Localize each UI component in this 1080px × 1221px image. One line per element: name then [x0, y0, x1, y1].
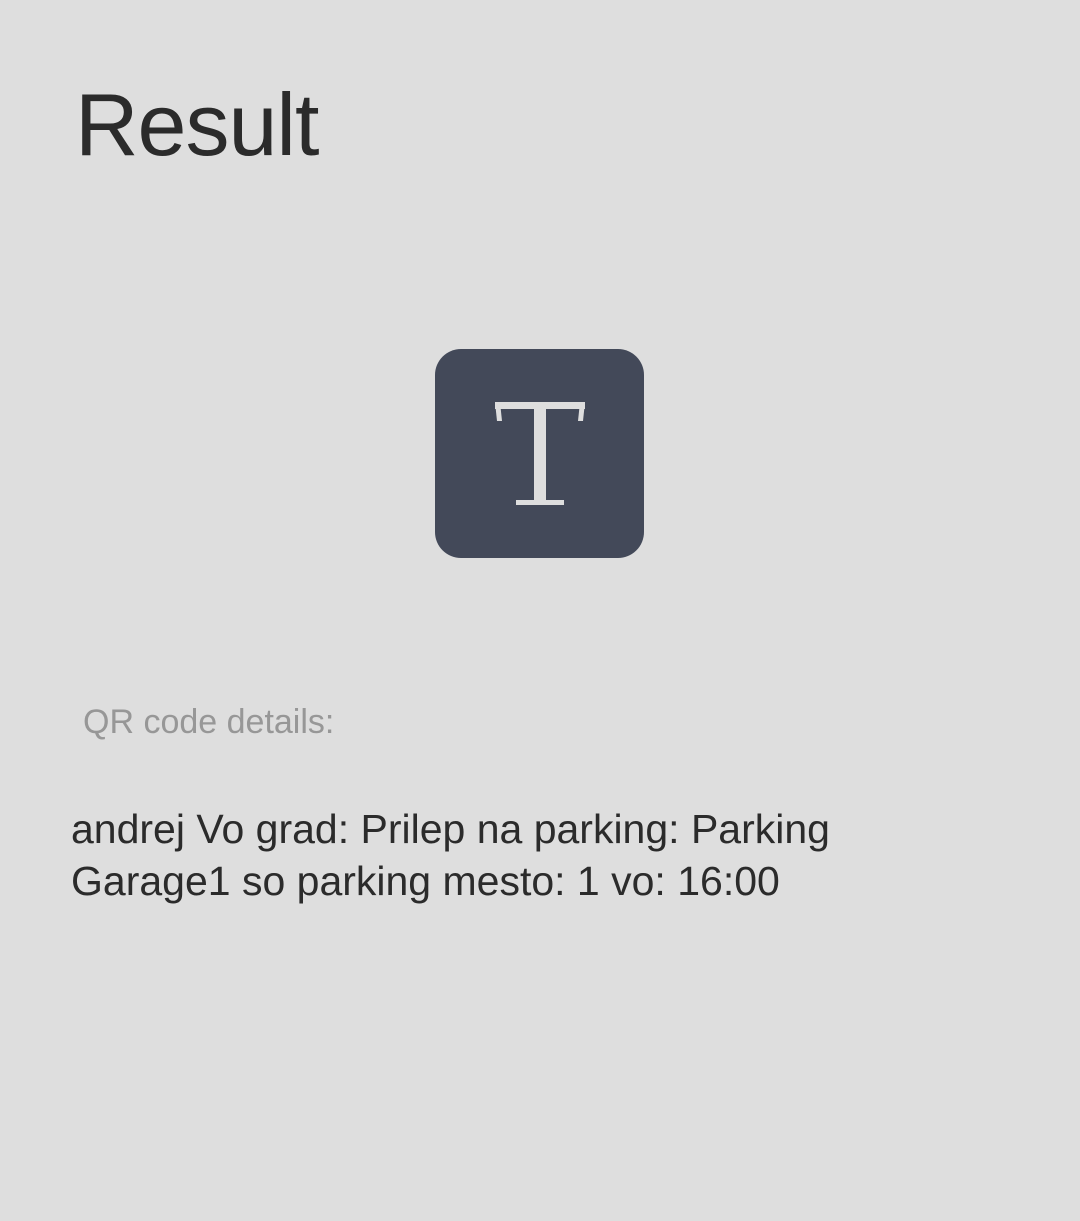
- result-screen: Result QR code details: andrej Vo grad: …: [0, 0, 1080, 1221]
- qr-details-label: QR code details:: [83, 703, 335, 741]
- serif-t-glyph-icon: [495, 402, 585, 505]
- page-title: Result: [75, 75, 319, 174]
- qr-details-text: andrej Vo grad: Prilep na parking: Parki…: [71, 806, 830, 904]
- text-type-icon: [435, 349, 644, 558]
